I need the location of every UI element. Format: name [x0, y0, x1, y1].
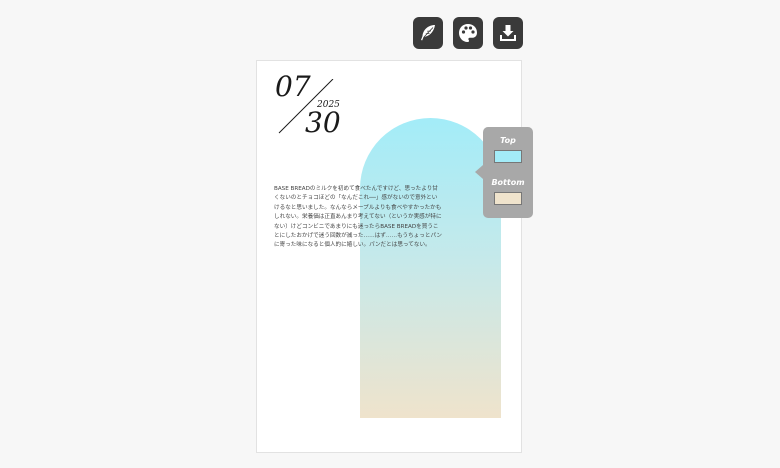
- bottom-color-swatch[interactable]: [494, 192, 522, 205]
- color-picker-popover: Top Bottom: [475, 127, 533, 218]
- feather-icon: [421, 25, 435, 41]
- gradient-arch: [360, 118, 501, 418]
- bottom-color-label: Bottom: [491, 178, 525, 187]
- feather-button[interactable]: [413, 17, 443, 49]
- diary-text: BASE BREADのミルクを初めて食べたんですけど、思ったより甘くないのとチョ…: [274, 186, 442, 249]
- download-icon: [500, 25, 516, 41]
- toolbar: [413, 17, 523, 49]
- diary-card: 07 2025 30 BASE BREADのミルクを初めて食べたんですけど、思っ…: [256, 60, 522, 453]
- palette-icon: [459, 24, 477, 42]
- download-button[interactable]: [493, 17, 523, 49]
- palette-button[interactable]: [453, 17, 483, 49]
- date-day: 30: [305, 106, 341, 139]
- top-color-label: Top: [500, 136, 516, 145]
- top-color-swatch[interactable]: [494, 150, 522, 163]
